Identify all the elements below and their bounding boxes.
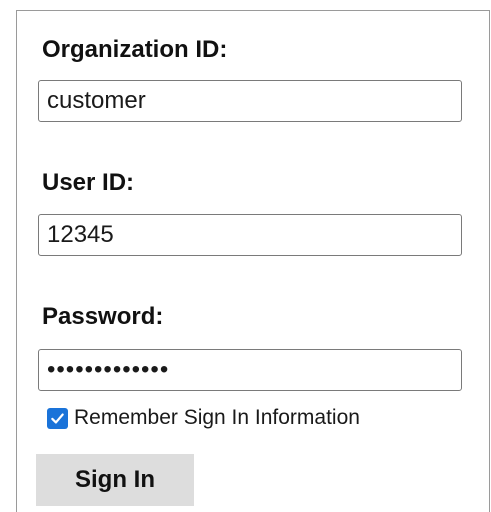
organization-id-input[interactable] [38, 80, 462, 122]
password-input[interactable]: ••••••••••••• [38, 349, 462, 391]
sign-in-panel: Organization ID: User ID: Password: ••••… [16, 10, 490, 512]
remember-label: Remember Sign In Information [74, 406, 360, 429]
sign-in-button[interactable]: Sign In [36, 454, 194, 506]
user-id-input[interactable] [38, 214, 462, 256]
password-label: Password: [42, 303, 164, 330]
user-id-label: User ID: [42, 169, 135, 196]
remember-sign-in-row[interactable]: Remember Sign In Information [47, 403, 360, 433]
organization-id-label: Organization ID: [42, 36, 228, 63]
password-masked-value: ••••••••••••• [47, 356, 170, 383]
checkmark-icon [51, 412, 64, 424]
remember-checkbox[interactable] [47, 407, 68, 429]
